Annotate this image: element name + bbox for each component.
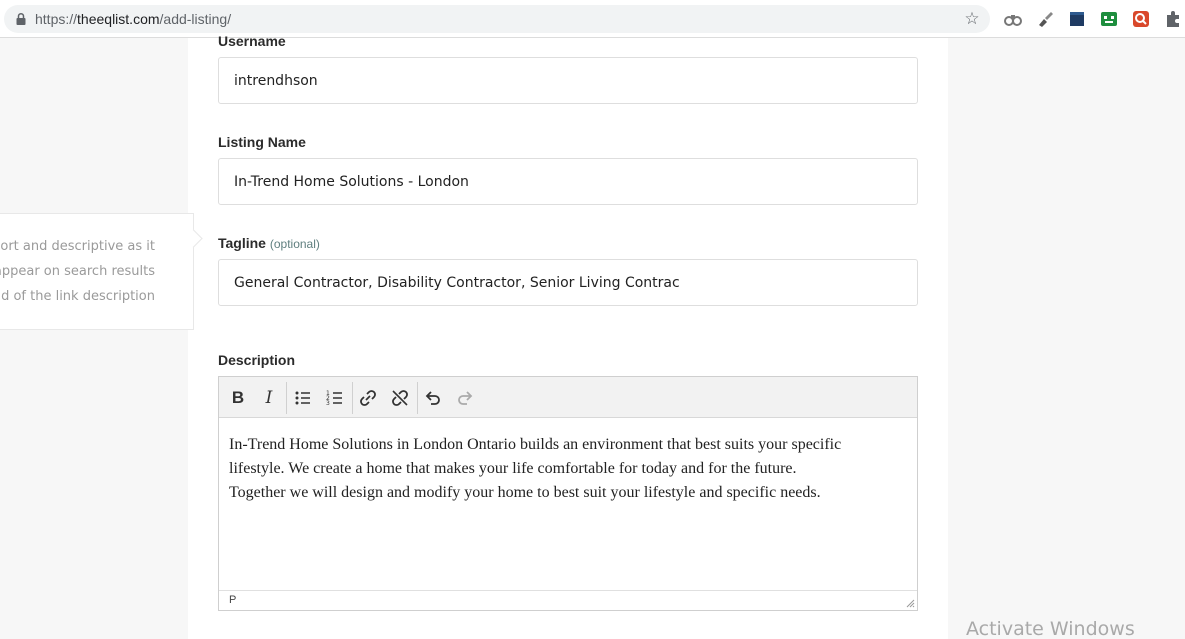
search-extension-icon[interactable] <box>1131 9 1151 29</box>
link-icon[interactable] <box>356 386 380 410</box>
bullet-list-icon[interactable] <box>291 386 315 410</box>
username-label: Username <box>218 33 286 49</box>
address-bar[interactable]: https://theeqlist.com/add-listing/ ☆ <box>4 5 990 33</box>
username-input[interactable]: intrendhson <box>218 57 918 104</box>
toolbar-divider <box>352 382 353 414</box>
bookmark-star-icon[interactable]: ☆ <box>962 9 982 29</box>
hint-line: appear on search results <box>0 264 155 279</box>
description-line: In-Trend Home Solutions in London Ontari… <box>229 436 842 453</box>
hint-line: it short and descriptive as it <box>0 239 155 254</box>
listing-name-label: Listing Name <box>218 134 306 150</box>
tagline-label-text: Tagline <box>218 235 266 251</box>
resize-handle-icon[interactable] <box>905 598 915 608</box>
description-content[interactable]: In-Trend Home Solutions in London Ontari… <box>229 433 909 505</box>
toolbar-divider <box>286 382 287 414</box>
binoculars-extension-icon[interactable] <box>1003 9 1023 29</box>
puzzle-icon[interactable] <box>1163 9 1183 29</box>
numbered-list-icon[interactable]: 1 2 3 <box>323 386 347 410</box>
url-path: /add-listing/ <box>159 11 232 27</box>
activate-windows-watermark: Activate Windows <box>966 618 1135 639</box>
description-line: Together we will design and modify your … <box>229 484 821 501</box>
url-host: theeqlist.com <box>77 11 160 27</box>
robot-extension-icon[interactable] <box>1099 9 1119 29</box>
toolbar-divider <box>417 382 418 414</box>
svg-text:3: 3 <box>326 400 330 407</box>
undo-icon[interactable] <box>421 386 445 410</box>
tagline-label: Tagline (optional) <box>218 235 320 251</box>
url-scheme: https:// <box>35 11 78 27</box>
description-editor[interactable]: B I 1 2 3 In-Trend Home Solutions in Lon… <box>218 376 918 611</box>
listing-name-value: In-Trend Home Solutions - London <box>234 173 469 190</box>
hint-line: ead of the link description <box>0 289 155 304</box>
tagline-input[interactable]: General Contractor, Disability Contracto… <box>218 259 918 306</box>
bold-button[interactable]: B <box>226 386 250 410</box>
browser-toolbar: https://theeqlist.com/add-listing/ ☆ <box>0 0 1185 38</box>
url-text[interactable]: https://theeqlist.com/add-listing/ <box>35 11 231 27</box>
editor-toolbar: B I 1 2 3 <box>219 377 917 418</box>
redo-icon[interactable] <box>453 386 477 410</box>
unlink-icon[interactable] <box>388 386 412 410</box>
optional-tag: (optional) <box>269 237 320 251</box>
tagline-hint-tooltip: it short and descriptive as it appear on… <box>0 213 194 330</box>
editor-statusbar: P <box>219 590 917 610</box>
italic-button[interactable]: I <box>257 386 281 410</box>
listing-name-input[interactable]: In-Trend Home Solutions - London <box>218 158 918 205</box>
element-path[interactable]: P <box>229 594 236 606</box>
clapperboard-extension-icon[interactable] <box>1067 9 1087 29</box>
description-label: Description <box>218 352 296 368</box>
username-value: intrendhson <box>234 72 318 89</box>
tagline-value: General Contractor, Disability Contracto… <box>234 274 680 291</box>
brush-extension-icon[interactable] <box>1035 9 1055 29</box>
lock-icon[interactable] <box>14 12 28 26</box>
description-line: lifestyle. We create a home that makes y… <box>229 460 797 477</box>
